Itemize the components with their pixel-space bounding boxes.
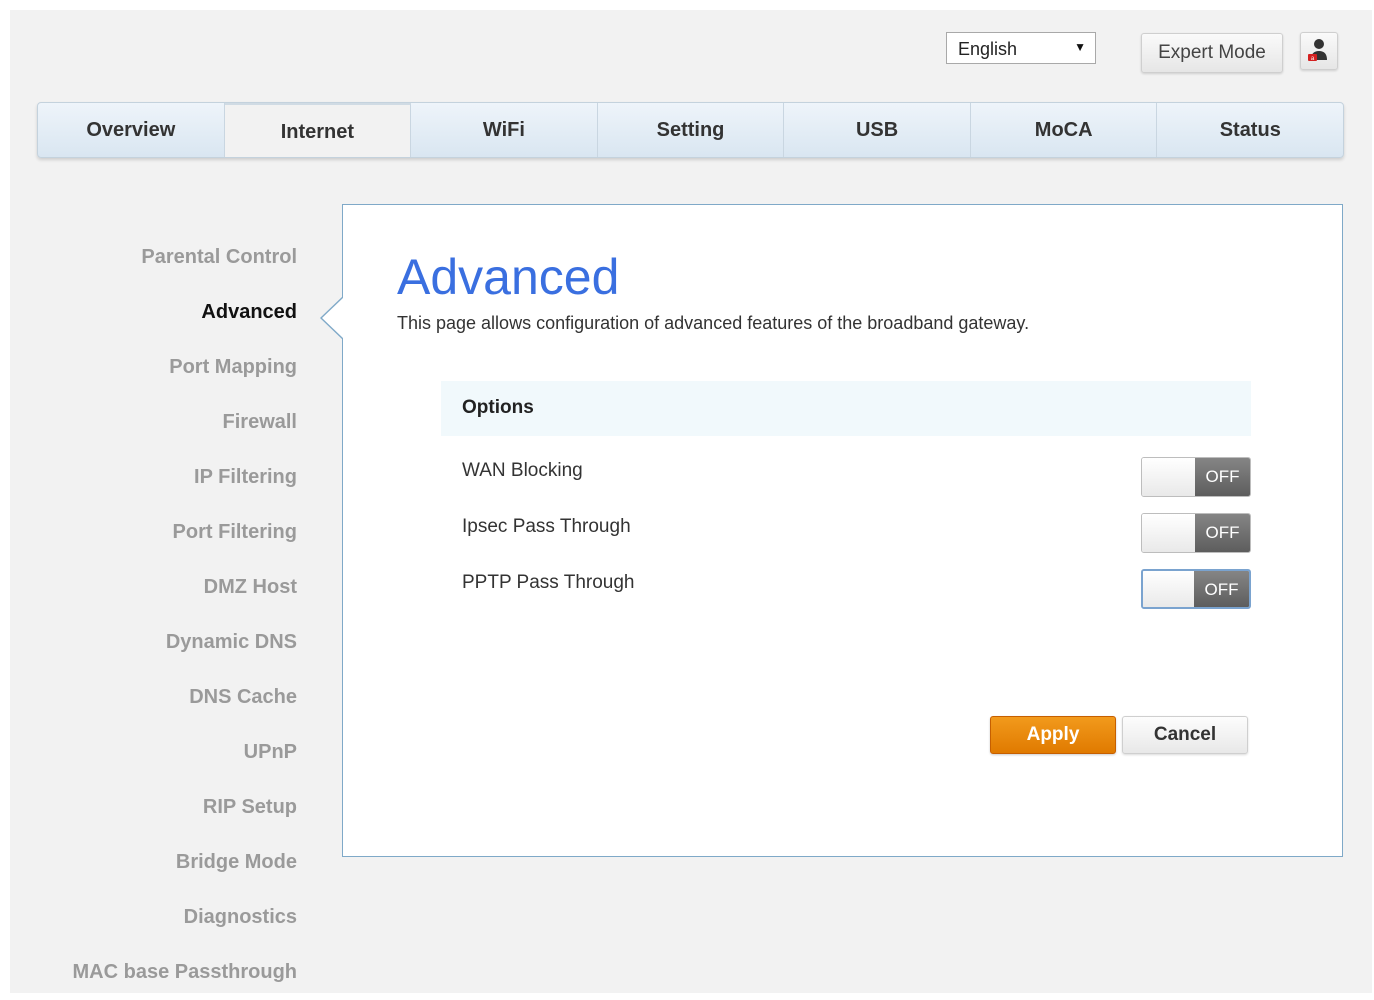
sidebar-item-dynamic-dns[interactable]: Dynamic DNS [30, 615, 297, 670]
nav-tab-overview[interactable]: Overview [38, 103, 225, 157]
page-title: Advanced [397, 249, 620, 305]
dropdown-arrow-icon: ▼ [1074, 40, 1086, 54]
pptp-pass-through-toggle[interactable]: OFF [1141, 569, 1251, 609]
ipsec-pass-through-toggle[interactable]: OFF [1141, 513, 1251, 553]
nav-tab-internet[interactable]: Internet [224, 103, 412, 157]
sidebar-item-firewall[interactable]: Firewall [30, 395, 297, 450]
apply-button[interactable]: Apply [990, 716, 1116, 754]
toggle-knob [1143, 571, 1198, 607]
sidebar-item-parental-control[interactable]: Parental Control [30, 230, 297, 285]
panel-pointer-fill [322, 297, 344, 339]
sidebar-item-diagnostics[interactable]: Diagnostics [30, 890, 297, 945]
page-description: This page allows configuration of advanc… [397, 313, 1030, 333]
nav-tab-wifi[interactable]: WiFi [411, 103, 598, 157]
sidebar-item-port-filtering[interactable]: Port Filtering [30, 505, 297, 560]
sidebar-item-mac-base-passthrough[interactable]: MAC base Passthrough [30, 945, 297, 1000]
sidebar-item-upnp[interactable]: UPnP [30, 725, 297, 780]
toggle-state-label: OFF [1195, 514, 1250, 552]
sidebar-item-advanced[interactable]: Advanced [30, 285, 297, 340]
toggle-knob [1142, 514, 1197, 552]
main-nav: Overview Internet WiFi Setting USB MoCA … [37, 102, 1344, 158]
sidebar-item-bridge-mode[interactable]: Bridge Mode [30, 835, 297, 890]
nav-tab-status[interactable]: Status [1157, 103, 1343, 157]
nav-tab-usb[interactable]: USB [784, 103, 971, 157]
option-label-pptp-pass-through: PPTP Pass Through [462, 572, 635, 593]
toggle-state-label: OFF [1194, 571, 1249, 607]
sidebar-item-dmz-host[interactable]: DMZ Host [30, 560, 297, 615]
user-icon: a [1308, 39, 1327, 62]
cancel-button[interactable]: Cancel [1122, 716, 1248, 754]
sidebar-item-dns-cache[interactable]: DNS Cache [30, 670, 297, 725]
toggle-state-label: OFF [1195, 458, 1250, 496]
sidebar-item-rip-setup[interactable]: RIP Setup [30, 780, 297, 835]
language-selected-value: English [958, 39, 1018, 59]
sidebar-item-ip-filtering[interactable]: IP Filtering [30, 450, 297, 505]
option-label-wan-blocking: WAN Blocking [462, 460, 583, 481]
nav-tab-setting[interactable]: Setting [598, 103, 785, 157]
nav-tab-moca[interactable]: MoCA [971, 103, 1158, 157]
sidebar-menu: Parental Control Advanced Port Mapping F… [30, 230, 297, 1000]
expert-mode-button[interactable]: Expert Mode [1141, 33, 1283, 73]
wan-blocking-toggle[interactable]: OFF [1141, 457, 1251, 497]
options-section-header: Options [441, 381, 1251, 436]
user-button[interactable]: a [1300, 32, 1338, 70]
toggle-knob [1142, 458, 1197, 496]
language-select[interactable]: English ▼ [946, 32, 1096, 64]
sidebar-item-port-mapping[interactable]: Port Mapping [30, 340, 297, 395]
option-label-ipsec-pass-through: Ipsec Pass Through [462, 516, 631, 537]
